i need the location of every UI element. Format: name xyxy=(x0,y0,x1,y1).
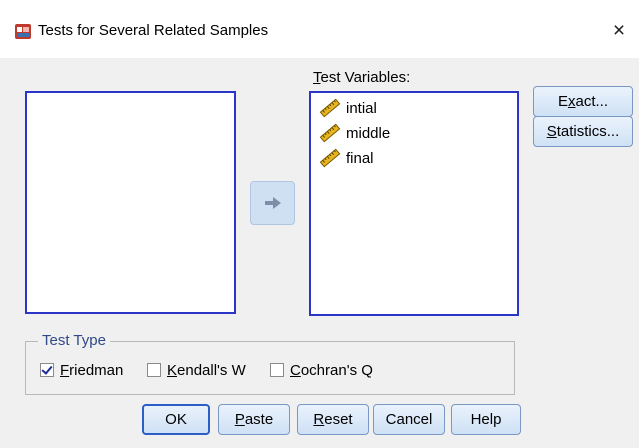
checkbox-checked-icon[interactable] xyxy=(40,363,54,377)
ruler-scale-icon xyxy=(319,148,341,168)
list-item[interactable]: middle xyxy=(319,121,390,145)
variable-label: final xyxy=(346,149,374,167)
window-title: Tests for Several Related Samples xyxy=(38,22,269,39)
ok-button[interactable]: OK xyxy=(142,404,210,435)
list-item[interactable]: intial xyxy=(319,96,377,120)
test-type-legend: Test Type xyxy=(38,332,110,349)
test-variables-label: Test Variables: xyxy=(313,69,411,86)
cancel-button[interactable]: Cancel xyxy=(373,404,445,435)
move-variable-button[interactable] xyxy=(250,181,295,225)
exact-button[interactable]: Ex act... xyxy=(533,86,633,117)
test-variables-list[interactable]: intial middle final xyxy=(309,91,519,316)
reset-button[interactable]: Reset xyxy=(297,404,369,435)
cochrans-q-checkbox[interactable]: Cochran's Q xyxy=(270,359,373,381)
help-button[interactable]: Help xyxy=(451,404,521,435)
variable-label: middle xyxy=(346,124,391,142)
source-variable-list[interactable] xyxy=(25,91,236,314)
dialog-window: Tests for Several Related Samples × Test… xyxy=(0,0,639,448)
ruler-scale-icon xyxy=(319,98,341,118)
paste-button[interactable]: Paste xyxy=(218,404,290,435)
kendalls-w-checkbox[interactable]: Kendall's W xyxy=(147,359,246,381)
checkbox-unchecked-icon[interactable] xyxy=(270,363,284,377)
list-item[interactable]: final xyxy=(319,146,374,170)
close-icon[interactable]: × xyxy=(605,17,633,45)
arrow-right-icon xyxy=(264,197,281,209)
app-icon xyxy=(15,24,31,39)
title-bar: Tests for Several Related Samples × xyxy=(0,0,639,58)
variable-label: intial xyxy=(346,99,377,117)
checkbox-unchecked-icon[interactable] xyxy=(147,363,161,377)
friedman-checkbox[interactable]: Friedman xyxy=(40,359,123,381)
ruler-scale-icon xyxy=(319,123,341,143)
statistics-button[interactable]: Statistics... xyxy=(533,116,633,147)
